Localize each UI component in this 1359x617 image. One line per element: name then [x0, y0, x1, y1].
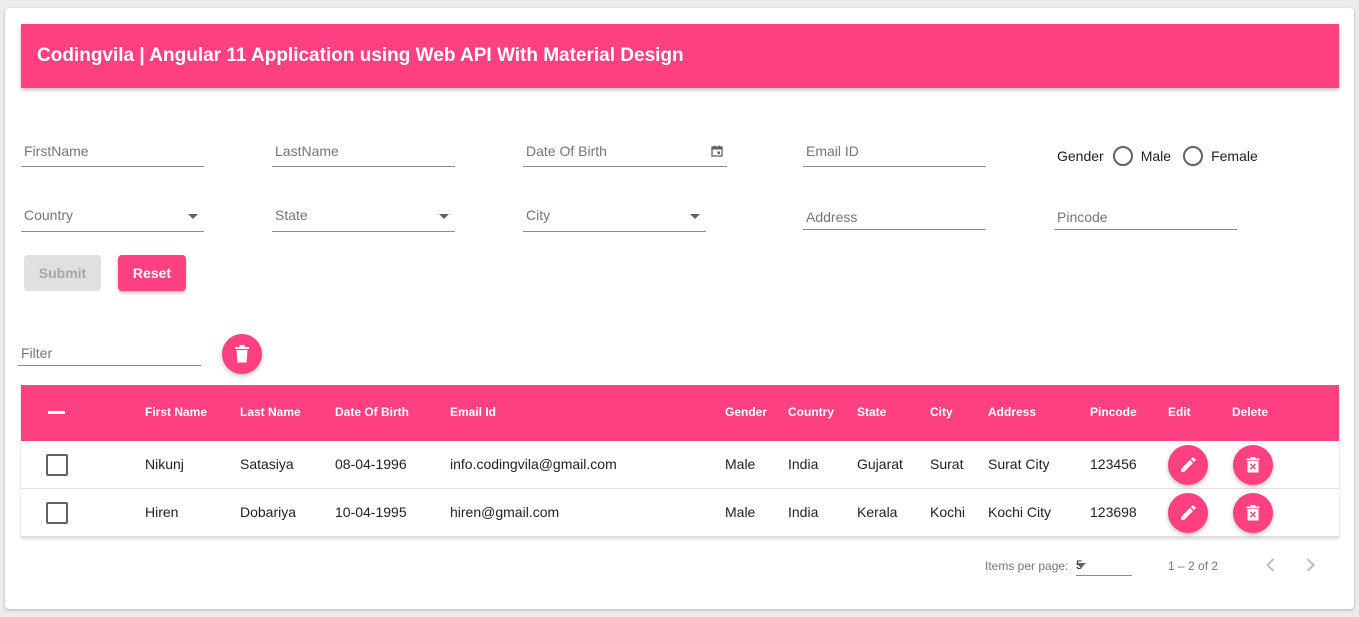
cell-country: India — [788, 504, 818, 520]
filter-input[interactable]: Filter — [18, 332, 201, 366]
table-row: Hiren Dobariya 10-04-1995 hiren@gmail.co… — [21, 489, 1339, 537]
cell-country: India — [788, 456, 818, 472]
page-size-select[interactable]: 5 — [1076, 556, 1132, 576]
radio-female-label[interactable]: Female — [1211, 148, 1258, 164]
firstname-field[interactable]: FirstName — [21, 133, 204, 167]
cell-pincode: 123456 — [1090, 456, 1137, 472]
delete-button[interactable] — [1233, 445, 1273, 485]
app-toolbar: Codingvila | Angular 11 Application usin… — [21, 24, 1339, 88]
col-edit: Edit — [1168, 405, 1191, 419]
col-state[interactable]: State — [857, 405, 886, 419]
filter-placeholder: Filter — [21, 345, 52, 361]
state-dropdown-icon — [439, 214, 449, 219]
radio-male[interactable] — [1113, 146, 1133, 166]
dob-placeholder: Date Of Birth — [526, 143, 607, 159]
col-last-name[interactable]: Last Name — [240, 405, 301, 419]
chevron-right-icon[interactable] — [1301, 556, 1319, 574]
cell-last-name: Satasiya — [240, 456, 294, 472]
chevron-left-icon[interactable] — [1262, 556, 1280, 574]
items-per-page-label: Items per page: — [985, 559, 1068, 573]
col-pincode[interactable]: Pincode — [1090, 405, 1137, 419]
row-checkbox[interactable] — [46, 502, 68, 524]
pincode-field[interactable]: Pincode — [1054, 196, 1237, 230]
app-title: Codingvila | Angular 11 Application usin… — [37, 45, 684, 67]
reset-button[interactable]: Reset — [118, 255, 186, 291]
col-address[interactable]: Address — [988, 405, 1036, 419]
cell-city: Kochi — [930, 504, 965, 520]
address-placeholder: Address — [806, 209, 857, 225]
city-placeholder: City — [526, 207, 550, 223]
cell-gender: Male — [725, 456, 755, 472]
cell-first-name: Nikunj — [145, 456, 184, 472]
cell-first-name: Hiren — [145, 504, 178, 520]
col-email[interactable]: Email Id — [450, 405, 496, 419]
city-dropdown-icon — [690, 214, 700, 219]
cell-gender: Male — [725, 504, 755, 520]
gender-label: Gender — [1057, 148, 1104, 164]
cell-email: hiren@gmail.com — [450, 504, 559, 520]
col-country[interactable]: Country — [788, 405, 834, 419]
delete-selected-button[interactable] — [222, 334, 262, 374]
table-header: First Name Last Name Date Of Birth Email… — [21, 385, 1339, 441]
radio-female[interactable] — [1183, 146, 1203, 166]
submit-button[interactable]: Submit — [24, 255, 101, 291]
country-dropdown-icon — [188, 214, 198, 219]
email-placeholder: Email ID — [806, 143, 859, 159]
edit-button[interactable] — [1168, 445, 1208, 485]
data-table: First Name Last Name Date Of Birth Email… — [21, 385, 1339, 537]
edit-button[interactable] — [1168, 493, 1208, 533]
calendar-icon[interactable] — [711, 145, 723, 157]
country-placeholder: Country — [24, 207, 73, 223]
col-first-name[interactable]: First Name — [145, 405, 207, 419]
delete-forever-icon — [1246, 457, 1260, 473]
pincode-placeholder: Pincode — [1057, 209, 1108, 225]
lastname-placeholder: LastName — [275, 143, 339, 159]
pencil-icon — [1179, 504, 1197, 522]
col-delete: Delete — [1232, 405, 1268, 419]
email-field[interactable]: Email ID — [803, 133, 986, 167]
col-city[interactable]: City — [930, 405, 953, 419]
select-all-checkbox[interactable] — [48, 411, 65, 414]
page-size-dropdown-icon — [1076, 563, 1086, 568]
cell-pincode: 123698 — [1090, 504, 1137, 520]
country-select[interactable]: Country — [21, 198, 204, 232]
pencil-icon — [1179, 456, 1197, 474]
state-placeholder: State — [275, 207, 308, 223]
address-field[interactable]: Address — [803, 196, 986, 230]
firstname-placeholder: FirstName — [24, 143, 89, 159]
cell-state: Gujarat — [857, 456, 903, 472]
dob-field[interactable]: Date Of Birth — [523, 133, 727, 167]
cell-state: Kerala — [857, 504, 897, 520]
col-dob[interactable]: Date Of Birth — [335, 405, 409, 419]
page-range-label: 1 – 2 of 2 — [1168, 559, 1218, 573]
cell-address: Surat City — [988, 456, 1049, 472]
gender-group: Gender Male Female — [1057, 146, 1258, 166]
col-gender[interactable]: Gender — [725, 405, 767, 419]
cell-dob: 10-04-1995 — [335, 504, 407, 520]
delete-button[interactable] — [1233, 493, 1273, 533]
cell-email: info.codingvila@gmail.com — [450, 456, 617, 472]
state-select[interactable]: State — [272, 198, 455, 232]
trash-icon — [234, 345, 250, 363]
table-row: Nikunj Satasiya 08-04-1996 info.codingvi… — [21, 441, 1339, 489]
cell-address: Kochi City — [988, 504, 1051, 520]
delete-forever-icon — [1246, 505, 1260, 521]
cell-last-name: Dobariya — [240, 504, 296, 520]
cell-city: Surat — [930, 456, 963, 472]
cell-dob: 08-04-1996 — [335, 456, 407, 472]
radio-male-label[interactable]: Male — [1141, 148, 1171, 164]
lastname-field[interactable]: LastName — [272, 133, 455, 167]
city-select[interactable]: City — [523, 198, 706, 232]
row-checkbox[interactable] — [46, 454, 68, 476]
